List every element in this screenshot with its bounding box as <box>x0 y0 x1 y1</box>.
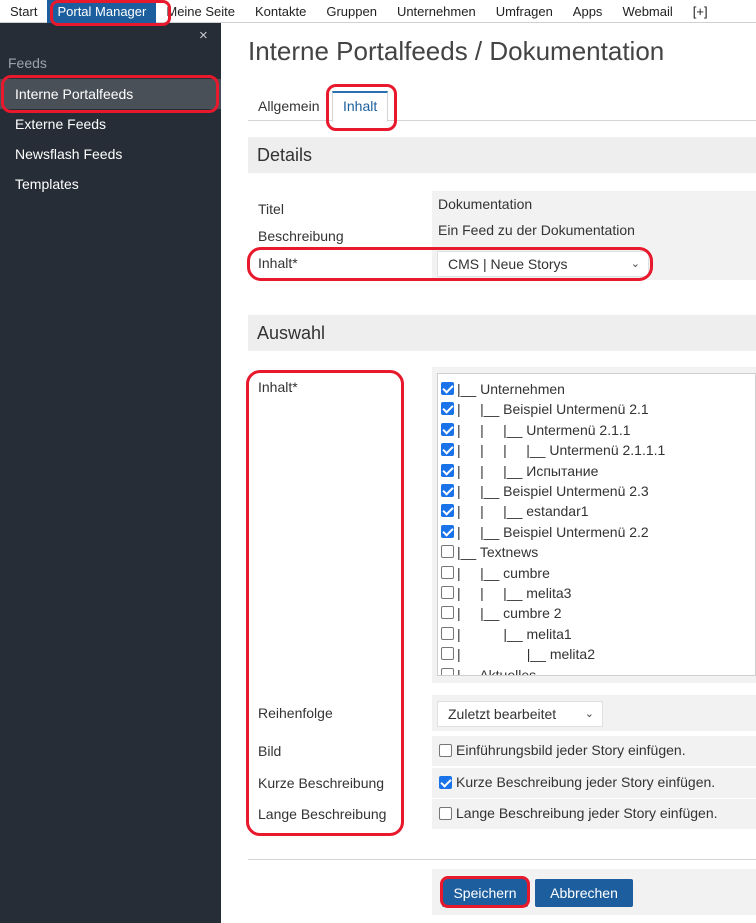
sidebar-item-externe-feeds[interactable]: Externe Feeds <box>0 109 221 139</box>
page-title: Interne Portalfeeds / Dokumentation <box>248 36 665 66</box>
tree-item-label: |__ Textnews <box>457 544 539 561</box>
nav-kontakte[interactable]: Kontakte <box>245 0 316 23</box>
nav-start[interactable]: Start <box>0 0 47 23</box>
cancel-button[interactable]: Abbrechen <box>535 879 633 907</box>
tree-item-checkbox[interactable] <box>441 545 454 559</box>
tree-item-label: | | | |__ Untermenü 2.1.1.1 <box>457 442 666 459</box>
tree-item-checkbox[interactable] <box>441 647 454 661</box>
nav-unternehmen[interactable]: Unternehmen <box>387 0 486 23</box>
kurz-checkbox[interactable] <box>439 776 452 789</box>
tree-item-label: |__ Aktuelles <box>457 666 537 676</box>
auswahl-heading: Auswahl <box>248 315 756 351</box>
tree-item-checkbox[interactable] <box>441 586 454 599</box>
tree-item-label: | | |__ melita3 <box>457 585 572 601</box>
tree-item-checkbox[interactable] <box>441 463 454 477</box>
bild-option-label: Einführungsbild jeder Story einfügen. <box>456 742 686 758</box>
tree-item-checkbox[interactable] <box>441 626 454 640</box>
nav-webmail[interactable]: Webmail <box>612 0 682 23</box>
tree-item-checkbox[interactable] <box>441 382 454 395</box>
kurz-option-label: Kurze Beschreibung jeder Story einfügen. <box>456 774 716 790</box>
content-tree[interactable]: |__ Unternehmen | |__ Beispiel Untermenü … <box>437 373 756 676</box>
reihenfolge-select-value: Zuletzt bearbeitet <box>448 706 557 722</box>
tree-item-label: | | |__ Испытание <box>457 462 599 479</box>
beschreibung-value: Ein Feed zu der Dokumentation <box>432 217 756 244</box>
tree-item-checkbox[interactable] <box>441 606 454 620</box>
tree-item-checkbox[interactable] <box>441 524 454 538</box>
lang-option: Lange Beschreibung jeder Story einfügen. <box>432 799 756 829</box>
highlight-tab-inhalt <box>326 84 397 131</box>
tree-item-checkbox[interactable] <box>441 667 454 675</box>
sidebar-section-title: Feeds <box>8 55 47 71</box>
reihenfolge-select[interactable]: Zuletzt bearbeitet ⌄ <box>437 701 603 727</box>
tree-item-checkbox[interactable] <box>441 484 454 497</box>
tree-item-label: | |__ Beispiel Untermenü 2.3 <box>457 483 649 499</box>
tree-item-checkbox[interactable] <box>441 443 454 457</box>
tree-item-label: | |__ Beispiel Untermenü 2.1 <box>457 401 649 418</box>
close-icon[interactable]: × <box>199 27 208 44</box>
divider <box>248 859 756 860</box>
tree-item-label: | |__ melita1 <box>457 625 572 642</box>
nav-more[interactable]: [+] <box>683 0 718 23</box>
tree-item-label: | |__ cumbre 2 <box>457 605 562 622</box>
highlight-save-button <box>440 876 530 908</box>
tree-item-checkbox[interactable] <box>441 402 454 416</box>
bild-option: Einführungsbild jeder Story einfügen. <box>432 736 756 766</box>
nav-umfragen[interactable]: Umfragen <box>486 0 563 23</box>
tree-item-label: |__ Unternehmen <box>457 381 565 397</box>
tab-allgemein[interactable]: Allgemein <box>248 91 329 121</box>
highlight-sidebar-item <box>1 75 219 113</box>
tree-item-label: | |__ cumbre <box>457 564 550 581</box>
sidebar: × Feeds Interne Portalfeeds Externe Feed… <box>0 23 221 923</box>
tree-item-checkbox[interactable] <box>441 422 454 436</box>
nav-gruppen[interactable]: Gruppen <box>316 0 387 23</box>
highlight-inhalt-select <box>247 247 653 281</box>
tree-item-label: | |__ melita2 <box>457 646 595 663</box>
chevron-down-icon: ⌄ <box>584 708 594 720</box>
tree-item-label: | |__ Beispiel Untermenü 2.2 <box>457 523 649 540</box>
lang-option-label: Lange Beschreibung jeder Story einfügen. <box>456 805 718 821</box>
titel-label: Titel <box>258 201 284 217</box>
bild-checkbox[interactable] <box>439 744 452 757</box>
nav-apps[interactable]: Apps <box>563 0 613 23</box>
details-heading: Details <box>248 137 756 173</box>
highlight-portal-manager <box>50 0 171 26</box>
titel-value: Dokumentation <box>432 191 756 217</box>
tree-item-checkbox[interactable] <box>441 565 454 579</box>
kurz-option: Kurze Beschreibung jeder Story einfügen. <box>432 768 756 798</box>
tab-bar: Allgemein Inhalt <box>248 91 756 122</box>
sidebar-item-templates[interactable]: Templates <box>0 169 221 199</box>
beschreibung-label: Beschreibung <box>258 228 344 244</box>
highlight-auswahl-labels <box>246 370 404 836</box>
lang-checkbox[interactable] <box>439 807 452 820</box>
tree-item-checkbox[interactable] <box>441 504 454 518</box>
tree-item-label: | | |__ Untermenü 2.1.1 <box>457 421 631 438</box>
sidebar-item-newsflash-feeds[interactable]: Newsflash Feeds <box>0 139 221 169</box>
tree-item-label: | | |__ estandar1 <box>457 503 589 520</box>
